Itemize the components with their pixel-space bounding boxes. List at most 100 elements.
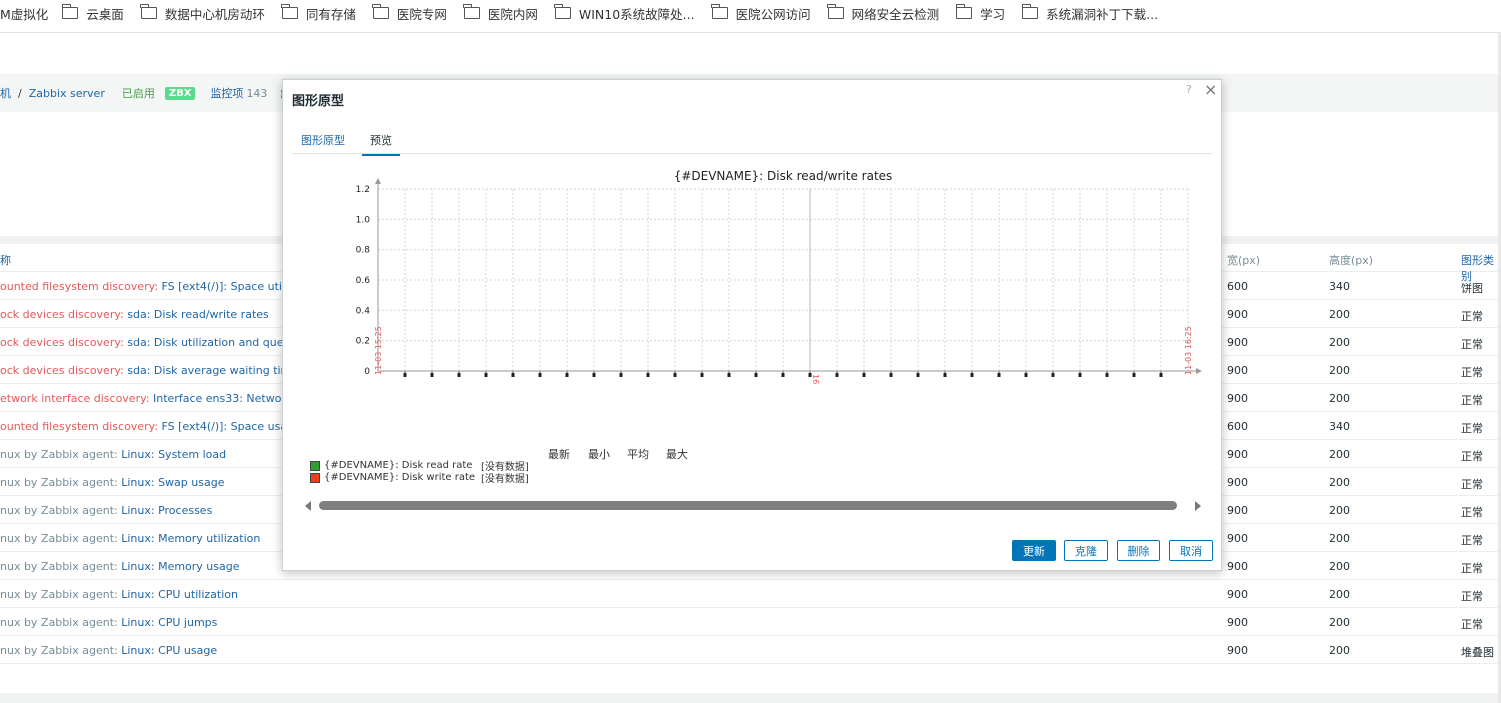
bookmark-folder[interactable]: WIN10系统故障处... <box>554 4 695 23</box>
cell-width: 600 <box>1227 420 1248 433</box>
x-tick-label <box>997 373 1001 377</box>
bookmark-folder[interactable]: 医院内网 <box>463 4 538 23</box>
preview-scrollbar[interactable] <box>305 500 1201 512</box>
graph-prototype-link[interactable]: Linux: CPU utilization <box>121 588 238 601</box>
graph-prototype-link[interactable]: Linux: CPU jumps <box>121 616 217 629</box>
cell-type: 正常 <box>1461 422 1483 435</box>
graph-prototype-link[interactable]: Linux: Memory usage <box>121 560 239 573</box>
x-tick-label <box>1159 373 1163 377</box>
tab-preview[interactable]: 预览 <box>362 132 400 156</box>
x-tick-label <box>565 373 569 377</box>
scroll-left-arrow-icon[interactable] <box>305 501 311 511</box>
bookmark-first[interactable]: M虚拟化 <box>0 4 48 23</box>
status-enabled[interactable]: 已启用 <box>122 85 155 101</box>
template-link[interactable]: nux by Zabbix agent <box>0 532 114 545</box>
cell-height: 200 <box>1329 308 1350 321</box>
y-tick-label: 1.2 <box>356 185 370 195</box>
x-tick-label <box>538 373 542 377</box>
bookmark-folder[interactable]: 网络安全云检测 <box>827 4 939 23</box>
template-link[interactable]: nux by Zabbix agent <box>0 504 114 517</box>
x-tick-label <box>781 373 785 377</box>
update-button[interactable]: 更新 <box>1012 540 1056 561</box>
template-link[interactable]: nux by Zabbix agent <box>0 616 114 629</box>
breadcrumb-host[interactable]: Zabbix server <box>29 87 105 100</box>
cell-type: 正常 <box>1461 534 1483 547</box>
legend-label-write: {#DEVNAME}: Disk write rate <box>324 472 476 483</box>
graph-prototype-link[interactable]: Linux: Memory utilization <box>121 532 260 545</box>
cell-type: 正常 <box>1461 338 1483 351</box>
x-tick-label <box>673 373 677 377</box>
x-tick-label <box>1078 373 1082 377</box>
discovery-rule-link[interactable]: etwork interface discovery <box>0 392 146 405</box>
legend-swatch-write <box>310 472 320 483</box>
folder-icon <box>1021 4 1039 19</box>
scroll-right-arrow-icon[interactable] <box>1195 501 1201 511</box>
y-tick-label: 0 <box>364 367 370 377</box>
discovery-rule-link[interactable]: ounted filesystem discovery <box>0 280 154 293</box>
row-name: ounted filesystem discovery: FS [ext4(/)… <box>0 420 330 433</box>
folder-icon <box>955 4 973 19</box>
clone-button[interactable]: 克隆 <box>1064 540 1108 561</box>
discovery-rule-link[interactable]: ock devices discovery <box>0 308 120 321</box>
name-separator: : <box>154 420 162 433</box>
cell-height: 200 <box>1329 336 1350 349</box>
cell-width: 600 <box>1227 280 1248 293</box>
x-tick-label <box>970 373 974 377</box>
graph-prototype-link[interactable]: Linux: CPU usage <box>121 644 217 657</box>
discovery-rule-link[interactable]: ock devices discovery <box>0 364 120 377</box>
template-link[interactable]: nux by Zabbix agent <box>0 588 114 601</box>
cell-width: 900 <box>1227 476 1248 489</box>
folder-icon <box>140 4 157 19</box>
graph-prototype-link[interactable]: sda: Disk utilization and queue <box>127 336 297 349</box>
bookmark-folder[interactable]: 同有存储 <box>281 4 356 23</box>
footer-strip <box>0 693 1501 703</box>
row-name: nux by Zabbix agent: Linux: Memory utili… <box>0 532 260 545</box>
bookmark-folder[interactable]: 数据中心机房动环 <box>140 4 265 23</box>
cell-width: 900 <box>1227 644 1248 657</box>
table-row: nux by Zabbix agent: Linux: CPU jumps 900… <box>0 608 1501 636</box>
column-name[interactable]: 称 <box>0 252 11 268</box>
cancel-button[interactable]: 取消 <box>1169 540 1213 561</box>
bookmark-folder-label: 同有存储 <box>305 6 356 22</box>
graph-prototype-link[interactable]: Linux: System load <box>121 448 226 461</box>
graph-prototype-link[interactable]: Linux: Processes <box>121 504 212 517</box>
cell-type: 正常 <box>1461 478 1483 491</box>
graph-prototype-link[interactable]: sda: Disk read/write rates <box>127 308 269 321</box>
tab-graph-prototype[interactable]: 图形原型 <box>301 132 345 148</box>
x-mid-label: 16 <box>811 374 820 384</box>
x-tick-label <box>619 373 623 377</box>
help-icon[interactable]: ? <box>1186 83 1192 96</box>
graph-prototype-link[interactable]: sda: Disk average waiting time <box>127 364 298 377</box>
cell-type: 正常 <box>1461 590 1483 603</box>
breadcrumb-hosts[interactable]: 机 <box>0 85 11 101</box>
cell-width: 900 <box>1227 392 1248 405</box>
template-link[interactable]: nux by Zabbix agent <box>0 644 114 657</box>
delete-button[interactable]: 删除 <box>1117 540 1160 561</box>
discovery-rule-link[interactable]: ock devices discovery <box>0 336 120 349</box>
row-name: nux by Zabbix agent: Linux: Swap usage <box>0 476 224 489</box>
cell-width: 900 <box>1227 364 1248 377</box>
zbx-badge: ZBX <box>164 86 196 100</box>
divider <box>0 32 1501 33</box>
template-link[interactable]: nux by Zabbix agent <box>0 560 114 573</box>
cell-width: 900 <box>1227 448 1248 461</box>
x-tick-label <box>457 373 461 377</box>
graph-prototype-link[interactable]: Linux: Swap usage <box>121 476 224 489</box>
discovery-rule-link[interactable]: ounted filesystem discovery <box>0 420 154 433</box>
cell-height: 200 <box>1329 644 1350 657</box>
scrollbar-thumb[interactable] <box>319 501 1177 510</box>
bookmark-folder[interactable]: 医院公网访问 <box>711 4 811 23</box>
bookmark-folder[interactable]: 云桌面 <box>61 4 124 23</box>
bookmark-folder[interactable]: 医院专网 <box>372 4 447 23</box>
template-link[interactable]: nux by Zabbix agent <box>0 476 114 489</box>
column-width: 宽(px) <box>1227 254 1261 267</box>
bookmark-folder[interactable]: 学习 <box>955 4 1005 23</box>
template-link[interactable]: nux by Zabbix agent <box>0 448 114 461</box>
table-row: nux by Zabbix agent: Linux: CPU utilizat… <box>0 580 1501 608</box>
close-icon[interactable]: × <box>1204 80 1217 99</box>
legend-swatch-read <box>310 460 320 471</box>
bookmark-folder[interactable]: 系统漏洞补丁下载... <box>1021 4 1158 23</box>
items-link[interactable]: 监控项 <box>210 85 243 101</box>
cell-width: 900 <box>1227 560 1248 573</box>
legend-header-avg: 平均 <box>627 448 649 461</box>
